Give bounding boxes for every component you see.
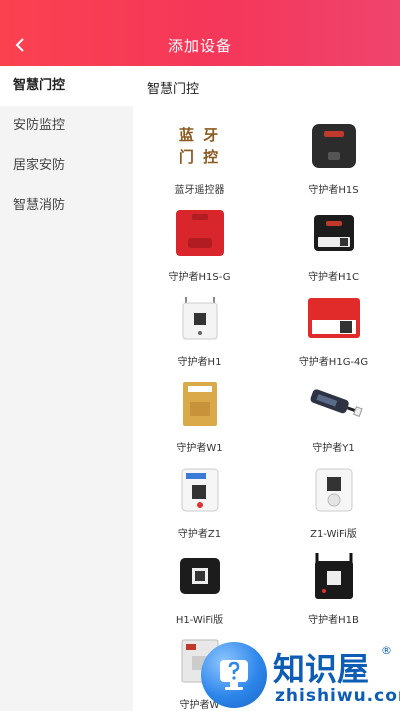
device-label: 守护者H1 <box>177 357 222 368</box>
device-h1s-icon <box>311 124 356 168</box>
device-image <box>304 546 364 606</box>
device-h1-wifi-icon <box>179 558 220 594</box>
device-image <box>170 374 230 434</box>
device-h1s-g-icon <box>175 210 224 256</box>
sidebar-item-smart-fire[interactable]: 智慧消防 <box>0 186 133 226</box>
device-image <box>304 460 364 520</box>
device-image <box>304 203 364 263</box>
device-item[interactable]: 守护者Z1 <box>133 460 266 540</box>
device-z1-wifi-icon <box>315 468 352 512</box>
top-bar: 添加设备 <box>0 0 400 66</box>
device-label: 守护者W1 <box>176 443 223 454</box>
device-label: Z1-WiFi版 <box>310 529 357 540</box>
device-label: 守护者Z1 <box>177 529 222 540</box>
device-h1c-icon <box>313 215 354 251</box>
device-image <box>170 460 230 520</box>
category-sidebar: 智慧门控 安防监控 居家安防 智慧消防 <box>0 66 133 711</box>
device-item[interactable]: 蓝 牙 门 控 蓝牙遥控器 <box>133 116 266 196</box>
device-label: 守护者H1C <box>308 272 359 283</box>
device-item[interactable]: 守护者W1 <box>133 374 266 454</box>
device-item[interactable]: 守护者H1S-G <box>133 203 266 283</box>
page-title: 添加设备 <box>167 37 232 55</box>
device-item[interactable]: H1-WiFi版 <box>133 546 266 626</box>
watermark-registered: ® <box>381 644 392 657</box>
watermark-domain: zhishiwu.com <box>275 686 400 706</box>
device-image <box>170 288 230 348</box>
sidebar-item-security-monitor[interactable]: 安防监控 <box>0 106 133 146</box>
device-h1b-icon <box>314 553 353 599</box>
device-label: 蓝牙遥控器 <box>174 185 225 196</box>
device-label: 守护者Y1 <box>312 443 355 454</box>
device-item[interactable]: 守护者H1 <box>133 288 266 368</box>
device-h1g-4g-icon <box>307 298 360 338</box>
bluetooth-door-text: 蓝 牙 门 控 <box>178 126 221 166</box>
device-image <box>170 203 230 263</box>
device-label: H1-WiFi版 <box>175 615 224 626</box>
device-item[interactable]: 守护者H1G-4G <box>267 288 400 368</box>
device-image <box>304 116 364 176</box>
device-item[interactable]: 守护者Y1 <box>267 374 400 454</box>
device-image <box>304 288 364 348</box>
device-label: 守护者H1S <box>308 185 359 196</box>
device-label: 守护者H1G-4G <box>298 357 369 368</box>
device-image <box>170 546 230 606</box>
watermark-logo: 知识屋 ® zhishiwu.com <box>195 638 400 711</box>
question-monitor-icon <box>201 642 267 708</box>
sidebar-item-smart-door[interactable]: 智慧门控 <box>0 66 133 106</box>
device-z1-icon <box>181 468 218 512</box>
device-item[interactable]: 守护者H1S <box>267 116 400 196</box>
sidebar-item-home-security[interactable]: 居家安防 <box>0 146 133 186</box>
device-list: 智慧门控 蓝 牙 门 控 蓝牙遥控器 守护者H1S 守护者H1S-G 守护者H1… <box>133 66 400 711</box>
section-title: 智慧门控 <box>147 82 200 97</box>
bluetooth-remote-image: 蓝 牙 门 控 <box>170 116 230 176</box>
device-y1-icon <box>310 389 363 418</box>
device-item[interactable]: 守护者H1B <box>267 546 400 626</box>
device-w1-icon <box>182 382 217 426</box>
watermark-brand: 知识屋 <box>273 650 370 688</box>
device-label: 守护者H1B <box>308 615 359 626</box>
device-image <box>304 374 364 434</box>
device-label: 守护者H1S-G <box>168 272 231 283</box>
device-h1-icon <box>182 297 217 340</box>
device-item[interactable]: Z1-WiFi版 <box>267 460 400 540</box>
device-item[interactable]: 守护者H1C <box>267 203 400 283</box>
